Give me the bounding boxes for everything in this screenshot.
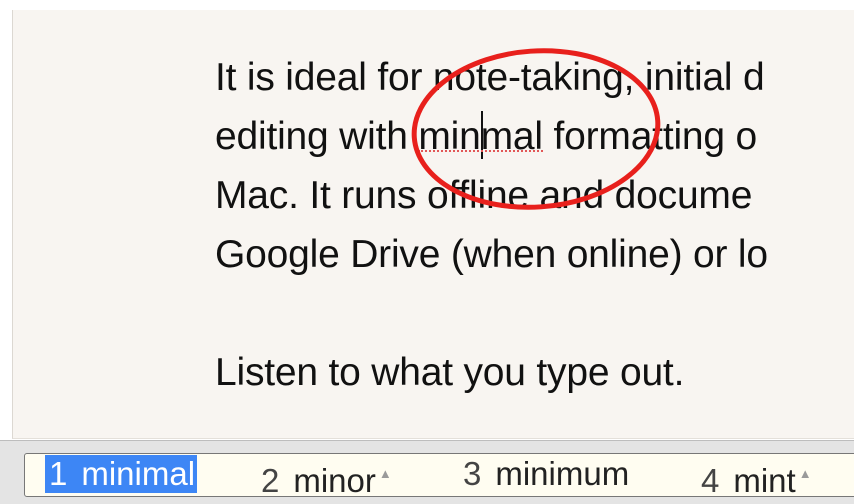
suggestion-word: minimum [495, 455, 630, 492]
suggestion-number: 3 [463, 455, 482, 492]
text-line-2-start: editing with [215, 115, 419, 158]
misspelled-word-part-b: mal [480, 115, 543, 158]
misspelled-word-part-a: min [418, 115, 481, 158]
suggestion-list: 1 minimal 2 minor ▲ 3 minimum 4 mint ▲ [24, 453, 854, 499]
text-line-2: editing with minmal formatting o [215, 107, 768, 166]
suggestion-word: minor [293, 462, 376, 499]
suggestion-4[interactable]: 4 mint ▲ [701, 455, 812, 499]
document-area[interactable]: It is ideal for note-taking, initial d e… [12, 10, 854, 439]
suggestion-3[interactable]: 3 minimum [463, 455, 629, 493]
suggestion-number: 2 [261, 462, 280, 499]
document-text[interactable]: It is ideal for note-taking, initial d e… [215, 48, 768, 402]
suggestion-2[interactable]: 2 minor ▲ [261, 455, 392, 499]
text-line-1: It is ideal for note-taking, initial d [215, 56, 765, 99]
spelling-suggestion-bar: 1 minimal 2 minor ▲ 3 minimum 4 mint ▲ [0, 440, 854, 504]
suggestion-word: mint [733, 462, 796, 499]
triangle-up-icon: ▲ [378, 466, 392, 481]
suggestion-number: 1 [49, 455, 68, 492]
text-line-6: Listen to what you type out. [215, 351, 685, 394]
suggestion-1[interactable]: 1 minimal [45, 455, 198, 493]
text-cursor [480, 110, 483, 159]
text-line-2-end: formatting o [542, 115, 758, 158]
triangle-up-icon: ▲ [798, 466, 812, 481]
window-top-strip [0, 0, 854, 10]
text-line-3: Mac. It runs offline and docume [215, 174, 753, 217]
misspelled-word[interactable]: minmal [418, 110, 543, 159]
text-line-4: Google Drive (when online) or lo [215, 233, 768, 276]
suggestion-number: 4 [701, 462, 720, 499]
suggestion-word: minimal [81, 455, 196, 492]
